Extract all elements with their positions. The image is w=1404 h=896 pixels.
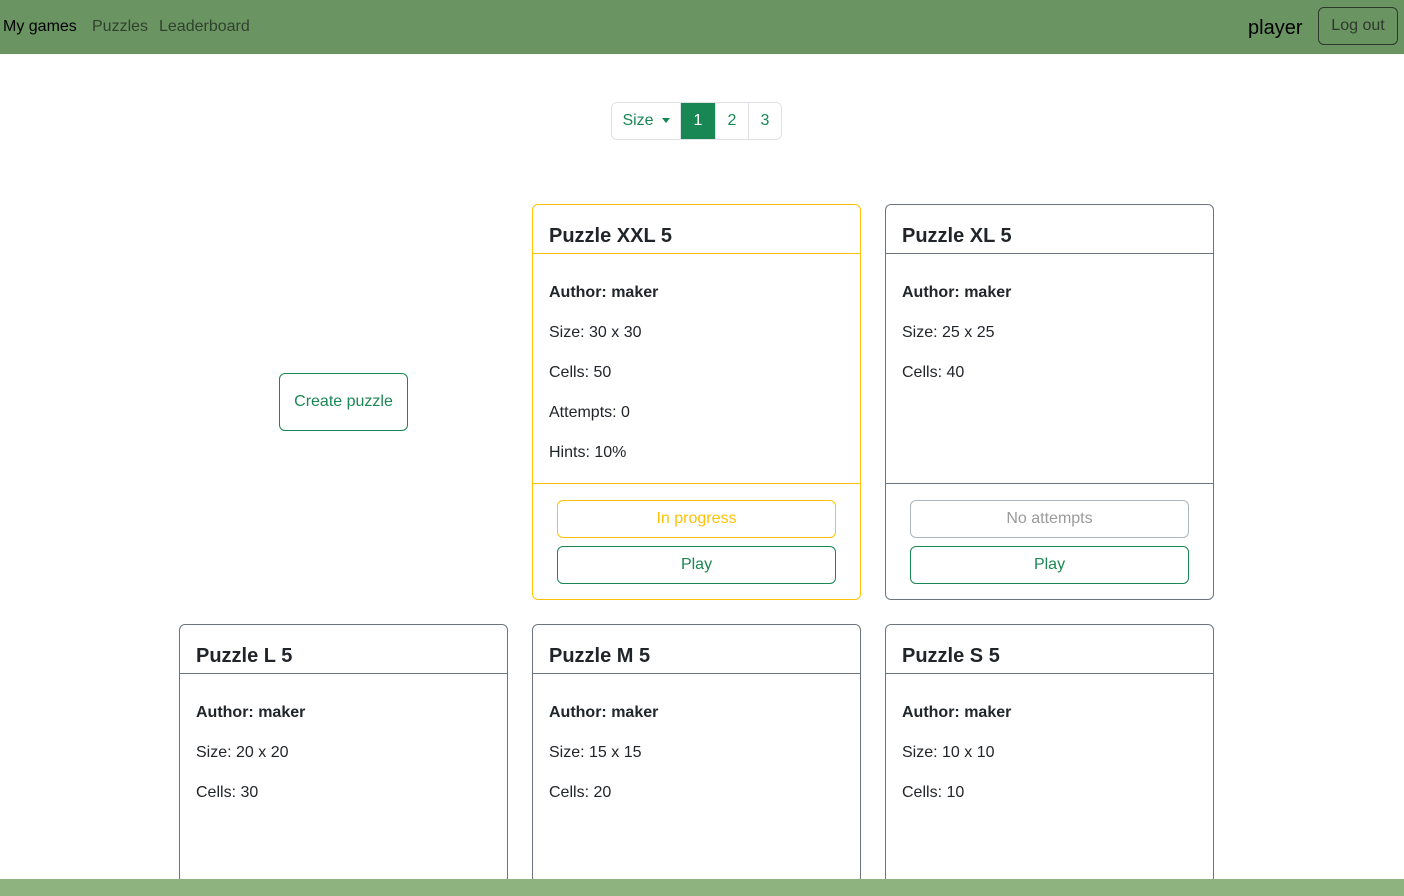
puzzle-card-l: Puzzle L 5 Author: maker Size: 20 x 20 C… xyxy=(179,624,508,884)
status-badge: No attempts xyxy=(910,500,1189,538)
nav-puzzles[interactable]: Puzzles xyxy=(92,17,148,37)
page-footer xyxy=(0,879,1404,896)
card-attempts: Attempts: 0 xyxy=(549,404,630,421)
card-author: Author: maker xyxy=(549,704,659,721)
card-cells: Cells: 20 xyxy=(549,784,612,801)
card-body: Author: maker Size: 10 x 10 Cells: 10 xyxy=(886,674,1213,883)
card-header: Puzzle XXL 5 xyxy=(533,205,860,254)
card-footer: In progress Play xyxy=(533,483,860,599)
nav-leaderboard[interactable]: Leaderboard xyxy=(159,17,250,37)
card-title: Puzzle XXL 5 xyxy=(549,225,673,247)
card-title: Puzzle M 5 xyxy=(549,645,651,667)
card-cells: Cells: 50 xyxy=(549,364,612,381)
card-title: Puzzle XL 5 xyxy=(902,225,1012,247)
card-body: Author: maker Size: 30 x 30 Cells: 50 At… xyxy=(533,254,860,483)
puzzle-card-m: Puzzle M 5 Author: maker Size: 15 x 15 C… xyxy=(532,624,861,884)
card-title: Puzzle S 5 xyxy=(902,645,1000,667)
card-size: Size: 20 x 20 xyxy=(196,744,289,761)
card-author: Author: maker xyxy=(902,284,1012,301)
page-2-link[interactable]: 2 xyxy=(715,103,748,139)
pagination: Size 1 2 3 xyxy=(611,102,782,140)
card-footer: No attempts Play xyxy=(886,483,1213,599)
card-header: Puzzle S 5 xyxy=(886,625,1213,674)
card-header: Puzzle M 5 xyxy=(533,625,860,674)
puzzle-card-xl: Puzzle XL 5 Author: maker Size: 25 x 25 … xyxy=(885,204,1214,600)
username: player xyxy=(1248,17,1303,39)
card-header: Puzzle L 5 xyxy=(180,625,507,674)
play-button[interactable]: Play xyxy=(910,546,1189,584)
status-badge: In progress xyxy=(557,500,836,538)
card-size: Size: 10 x 10 xyxy=(902,744,995,761)
card-hints: Hints: 10% xyxy=(549,444,627,461)
card-header: Puzzle XL 5 xyxy=(886,205,1213,254)
navbar: My games Puzzles Leaderboard player Log … xyxy=(0,0,1404,54)
card-cells: Cells: 40 xyxy=(902,364,965,381)
puzzle-card-xxl: Puzzle XXL 5 Author: maker Size: 30 x 30… xyxy=(532,204,861,600)
nav-my-games[interactable]: My games xyxy=(3,17,77,37)
card-body: Author: maker Size: 25 x 25 Cells: 40 xyxy=(886,254,1213,483)
card-author: Author: maker xyxy=(196,704,306,721)
card-body: Author: maker Size: 20 x 20 Cells: 30 xyxy=(180,674,507,883)
card-title: Puzzle L 5 xyxy=(196,645,293,667)
card-body: Author: maker Size: 15 x 15 Cells: 20 xyxy=(533,674,860,883)
card-author: Author: maker xyxy=(549,284,659,301)
card-size: Size: 15 x 15 xyxy=(549,744,642,761)
puzzle-card-s: Puzzle S 5 Author: maker Size: 10 x 10 C… xyxy=(885,624,1214,884)
caret-down-icon xyxy=(661,117,670,123)
create-puzzle-button[interactable]: Create puzzle xyxy=(279,373,408,431)
card-size: Size: 30 x 30 xyxy=(549,324,642,341)
card-size: Size: 25 x 25 xyxy=(902,324,995,341)
card-author: Author: maker xyxy=(902,704,1012,721)
play-button[interactable]: Play xyxy=(557,546,836,584)
card-cells: Cells: 30 xyxy=(196,784,259,801)
size-dropdown[interactable]: Size xyxy=(612,103,680,139)
page-3-link[interactable]: 3 xyxy=(748,103,781,139)
size-dropdown-label: Size xyxy=(622,112,654,129)
card-cells: Cells: 10 xyxy=(902,784,965,801)
page-1-link[interactable]: 1 xyxy=(680,103,715,139)
logout-button[interactable]: Log out xyxy=(1318,7,1398,45)
